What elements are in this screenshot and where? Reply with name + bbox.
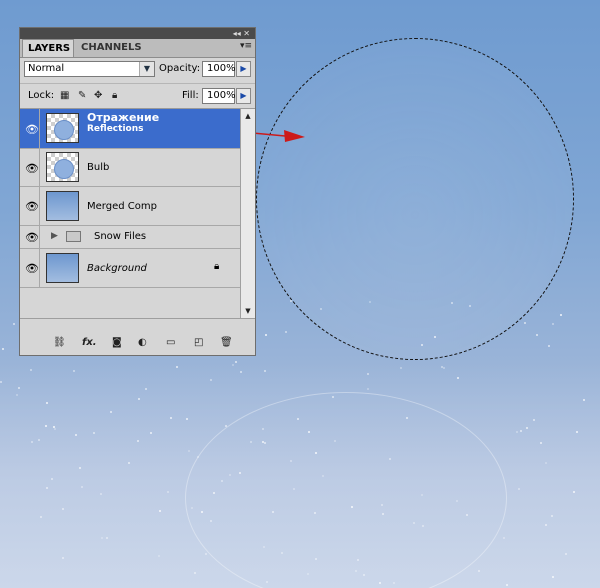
chevron-down-icon[interactable]: ▼ bbox=[139, 62, 154, 76]
layer-row-merged-comp[interactable]: 👁︎ Merged Comp bbox=[20, 187, 240, 226]
lock-all-icon[interactable]: 🔒︎ bbox=[112, 90, 117, 101]
folder-icon[interactable]: ▭ bbox=[166, 337, 175, 348]
panel-footer: ⛓︎ fx. ◙ ◐ ▭ ◰ 🗑︎ bbox=[20, 318, 255, 355]
layer-thumbnail bbox=[46, 113, 79, 143]
visibility-toggle[interactable]: 👁︎ bbox=[22, 149, 40, 186]
layer-row-snow-files[interactable]: 👁︎ ▶ Snow Files bbox=[20, 226, 240, 249]
visibility-toggle[interactable]: 👁︎ bbox=[22, 249, 40, 287]
fill-label: Fill: bbox=[182, 90, 199, 101]
mask-icon[interactable]: ◙ bbox=[112, 337, 122, 348]
eye-icon: 👁︎ bbox=[25, 262, 39, 275]
layer-name: Background bbox=[87, 263, 147, 274]
layers-scrollbar[interactable]: ▲ ▼ bbox=[240, 109, 255, 318]
visibility-toggle[interactable]: 👁︎ bbox=[22, 187, 40, 225]
layer-thumbnail bbox=[46, 253, 79, 283]
layer-row-background[interactable]: 👁︎ Background 🔒︎ bbox=[20, 249, 240, 288]
eye-icon: 👁︎ bbox=[25, 200, 39, 213]
tab-layers[interactable]: LAYERS bbox=[22, 39, 74, 57]
lock-position-icon[interactable]: ✥ bbox=[94, 90, 102, 101]
layers-panel: ◂◂ ✕ LAYERS CHANNELS ▾≡ Normal ▼ Opacity… bbox=[19, 27, 256, 356]
layer-row-reflections[interactable]: 👁︎ Отражение Reflections bbox=[20, 109, 240, 149]
collapse-icon[interactable]: ◂◂ ✕ bbox=[233, 28, 250, 39]
layer-name: Snow Files bbox=[94, 231, 147, 242]
layer-thumbnail bbox=[46, 152, 79, 182]
layer-row-bulb[interactable]: 👁︎ Bulb bbox=[20, 149, 240, 187]
visibility-toggle[interactable]: 👁︎ bbox=[22, 109, 40, 148]
lock-icon: 🔒︎ bbox=[214, 261, 220, 272]
layer-list: 👁︎ Отражение Reflections 👁︎ Bulb 👁︎ Merg… bbox=[20, 109, 240, 318]
layer-name: Merged Comp bbox=[87, 201, 157, 212]
tab-channels[interactable]: CHANNELS bbox=[76, 39, 142, 57]
layer-name: Отражение bbox=[87, 111, 160, 124]
lock-label: Lock: bbox=[28, 90, 55, 101]
bulb-shape bbox=[54, 120, 74, 140]
visibility-toggle[interactable]: 👁︎ bbox=[22, 226, 40, 248]
panel-tabs: LAYERS CHANNELS ▾≡ bbox=[20, 39, 255, 58]
eye-icon: 👁︎ bbox=[25, 161, 39, 175]
scroll-up-icon[interactable]: ▲ bbox=[241, 109, 255, 123]
opacity-input[interactable]: 100% bbox=[202, 61, 236, 77]
blend-mode-value: Normal bbox=[28, 63, 65, 74]
trash-icon[interactable]: 🗑︎ bbox=[220, 337, 233, 348]
blend-opacity-row: Normal ▼ Opacity: 100% ▶ bbox=[20, 57, 255, 83]
lock-fill-row: Lock: ▦ ✎ ✥ 🔒︎ Fill: 100% ▶ bbox=[20, 83, 255, 109]
eye-icon: 👁︎ bbox=[25, 122, 39, 136]
layer-thumbnail bbox=[46, 191, 79, 221]
folder-icon bbox=[66, 231, 81, 242]
adjustment-icon[interactable]: ◐ bbox=[138, 337, 147, 348]
panel-titlebar[interactable]: ◂◂ ✕ bbox=[20, 28, 255, 39]
blend-mode-select[interactable]: Normal ▼ bbox=[24, 61, 155, 77]
opacity-label: Opacity: bbox=[159, 63, 201, 74]
fill-slider-button[interactable]: ▶ bbox=[236, 88, 251, 104]
layer-subtitle: Reflections bbox=[87, 124, 144, 134]
layer-name: Bulb bbox=[87, 162, 110, 173]
lock-transparent-icon[interactable]: ▦ bbox=[60, 90, 69, 101]
fx-icon[interactable]: fx. bbox=[82, 337, 97, 348]
link-icon[interactable]: ⛓︎ bbox=[53, 337, 66, 348]
eye-icon: 👁︎ bbox=[25, 231, 39, 244]
new-layer-icon[interactable]: ◰ bbox=[194, 337, 203, 348]
lock-pixels-icon[interactable]: ✎ bbox=[78, 90, 86, 101]
opacity-slider-button[interactable]: ▶ bbox=[236, 61, 251, 77]
bulb-shape bbox=[54, 159, 74, 179]
scroll-down-icon[interactable]: ▼ bbox=[241, 304, 255, 318]
fill-input[interactable]: 100% bbox=[202, 88, 236, 104]
panel-menu-icon[interactable]: ▾≡ bbox=[240, 41, 252, 51]
expand-arrow-icon[interactable]: ▶ bbox=[51, 231, 58, 241]
